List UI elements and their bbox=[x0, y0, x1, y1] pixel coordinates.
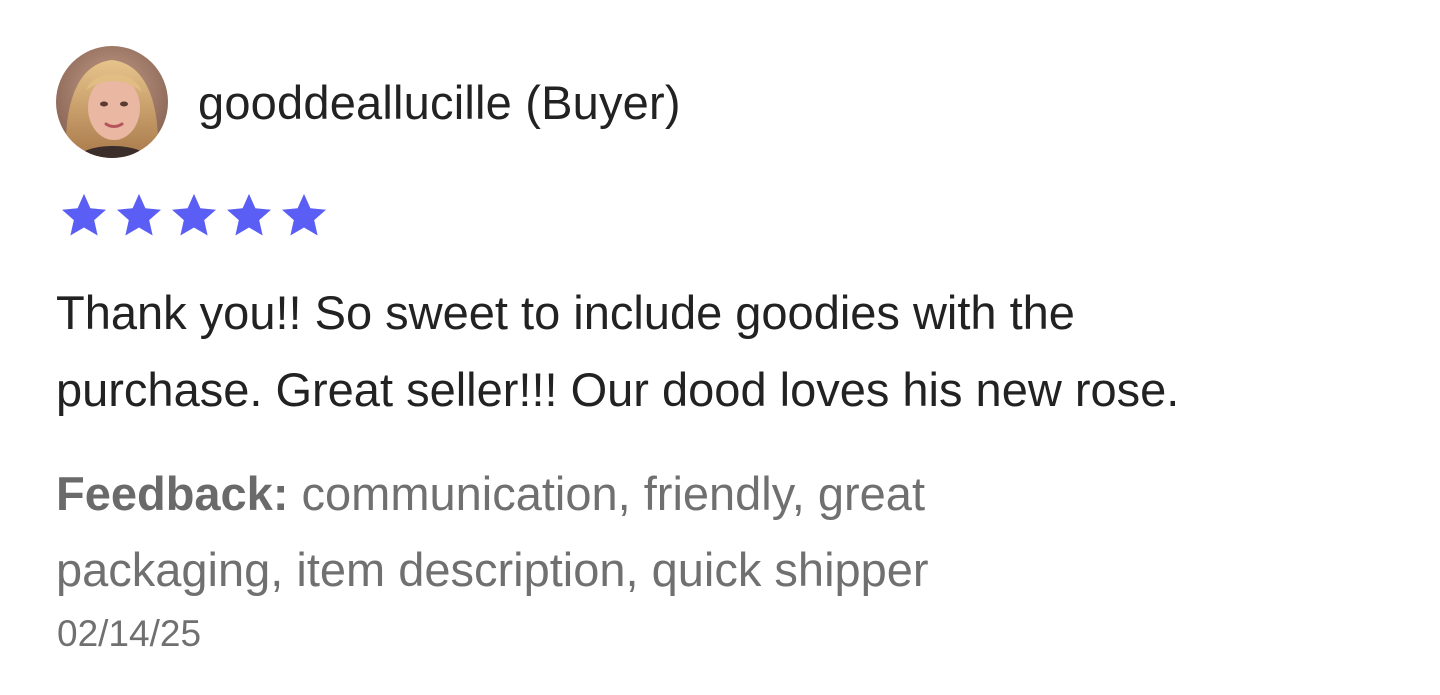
avatar-photo-icon bbox=[56, 46, 168, 158]
star-icon bbox=[282, 193, 326, 236]
feedback-values: packaging, item description, quick shipp… bbox=[56, 543, 929, 596]
review-date: 02/14/25 bbox=[57, 613, 202, 654]
star-icon bbox=[227, 193, 271, 236]
reviewer-avatar[interactable] bbox=[56, 46, 168, 158]
review-text-line: Thank you!! So sweet to include goodies … bbox=[56, 286, 1075, 339]
reviewer-name[interactable]: gooddeallucille (Buyer) bbox=[198, 79, 681, 126]
review-card: gooddeallucille (Buyer) Thank you!! So s… bbox=[0, 0, 1440, 695]
star-icon bbox=[117, 193, 161, 236]
feedback-values: communication, friendly, great bbox=[288, 467, 926, 520]
review-text: Thank you!! So sweet to include goodies … bbox=[56, 274, 1396, 428]
star-icon bbox=[172, 193, 216, 236]
star-icon bbox=[62, 193, 106, 236]
feedback-tags: Feedback: communication, friendly, great… bbox=[56, 456, 1176, 608]
star-rating bbox=[58, 190, 330, 242]
reviewer-header: gooddeallucille (Buyer) bbox=[56, 46, 681, 158]
feedback-label: Feedback: bbox=[56, 467, 289, 520]
review-text-line: purchase. Great seller!!! Our dood loves… bbox=[56, 363, 1180, 416]
